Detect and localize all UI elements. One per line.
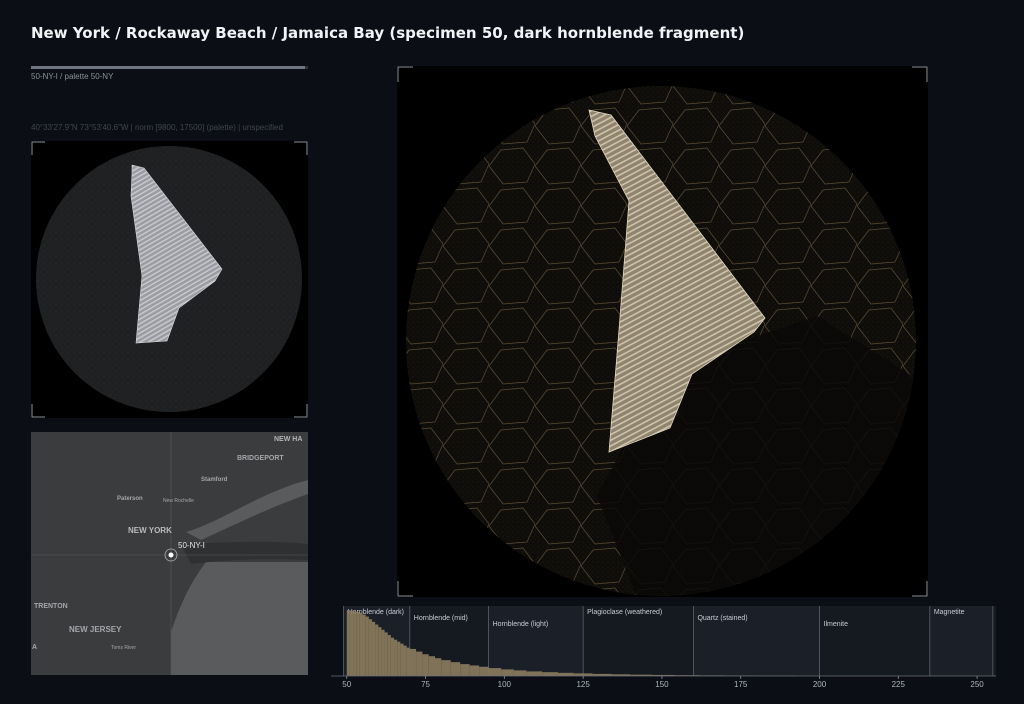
progress-fill (31, 66, 306, 69)
map-label: TRENTON (34, 603, 68, 610)
histogram-bar (353, 611, 357, 676)
histogram-bar (409, 648, 417, 676)
histogram-bar (356, 611, 360, 676)
phase-band (583, 606, 694, 676)
histogram-bar (526, 671, 543, 676)
histogram-bar (488, 668, 502, 676)
histogram-bar (346, 610, 350, 676)
histogram-bar (416, 651, 423, 676)
histogram-bar (450, 662, 461, 676)
location-map[interactable]: NEW HA BRIDGEPORT Stamford Paterson New … (31, 432, 308, 675)
phase-label: Hornblende (light) (493, 621, 549, 628)
histogram-bar (390, 637, 395, 676)
location-marker[interactable] (168, 552, 174, 558)
histogram-bar (513, 670, 527, 676)
phase-label: Quartz (stained) (697, 615, 747, 622)
x-tick-label: 125 (576, 680, 590, 688)
histogram-bar (359, 612, 363, 676)
histogram-bar (365, 616, 369, 676)
histogram-bar (375, 624, 379, 676)
phase-band (819, 606, 930, 676)
map-label: BRIDGEPORT (237, 455, 284, 462)
x-tick-label: 75 (421, 680, 430, 688)
histogram-bar (479, 666, 489, 676)
histogram-bar (378, 627, 382, 676)
phase-label: Magnetite (934, 609, 965, 616)
marker-label: 50-NY-I (178, 541, 205, 550)
map-label: Stamford (201, 477, 228, 483)
histogram-bar (381, 629, 385, 676)
x-tick-label: 100 (498, 680, 512, 688)
histogram-bar (428, 656, 436, 676)
histogram-bar (403, 645, 407, 676)
phase-band (992, 606, 996, 676)
specimen-view[interactable] (397, 66, 928, 597)
x-tick-label: 225 (892, 680, 906, 688)
histogram-bar (387, 635, 391, 676)
map-label: NEW HA (274, 436, 302, 443)
x-tick-label: 200 (813, 680, 827, 688)
phase-band (488, 606, 584, 676)
phase-band (929, 606, 993, 676)
map-label: Toms River (111, 645, 136, 651)
map-label: NEW YORK (128, 526, 172, 535)
histogram-bar (435, 658, 442, 676)
thumbnail-view[interactable] (31, 141, 308, 418)
x-tick-label: 150 (655, 680, 669, 688)
histogram-bar (469, 665, 480, 676)
phase-label: Ilmenite (824, 621, 849, 628)
metadata-line: 40°33'27.9"N 73°53'40.6"W | norm [9800, … (31, 123, 283, 132)
map-label: New Rochelle (163, 498, 194, 504)
histogram-bar (460, 664, 470, 676)
phase-label: Hornblende (mid) (414, 615, 468, 622)
histogram-bar (406, 647, 410, 676)
x-tick-label: 250 (970, 680, 984, 688)
histogram-svg: Hornblende (dark)Hornblende (mid)Hornble… (331, 606, 1022, 689)
histogram-bar (400, 643, 404, 676)
histogram-bar (384, 632, 388, 676)
phase-label: Plagioclase (weathered) (587, 609, 662, 616)
histogram-bar (441, 660, 451, 676)
histogram-bar (371, 621, 376, 676)
histogram-bar (422, 654, 429, 676)
specimen-svg (397, 66, 928, 597)
histogram-bar (394, 639, 398, 676)
page-title: New York / Rockaway Beach / Jamaica Bay … (31, 24, 745, 42)
thumbnail-svg (31, 141, 308, 418)
map-svg: NEW HA BRIDGEPORT Stamford Paterson New … (31, 432, 308, 675)
x-tick-label: 50 (342, 680, 351, 688)
histogram-bar (349, 610, 354, 676)
intensity-histogram[interactable]: Hornblende (dark) Hornblende (mid) Hornble… (331, 600, 1022, 689)
x-tick-label: 175 (734, 680, 748, 688)
histogram-bar (397, 641, 401, 676)
histogram-bar (542, 672, 558, 676)
histogram-bar (557, 672, 574, 676)
histogram-bar (501, 669, 514, 676)
map-label: A (32, 644, 37, 651)
histogram-bar (368, 619, 372, 676)
map-label: NEW JERSEY (69, 625, 122, 634)
histogram-bar (362, 614, 366, 676)
specimen-id-line: 50-NY-I / palette 50-NY (31, 72, 114, 81)
progress-bar (31, 66, 308, 69)
map-label: Paterson (117, 496, 143, 502)
